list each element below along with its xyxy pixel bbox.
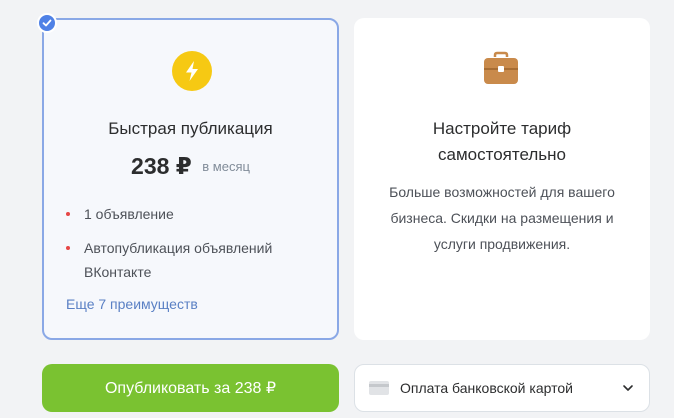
price-row: 238 ₽ в месяц xyxy=(44,153,337,180)
plan-price: 238 ₽ xyxy=(131,153,192,179)
more-benefits-link[interactable]: Еще 7 преимуществ xyxy=(66,296,198,312)
feature-item: Автопубликация объявлений ВКонтакте xyxy=(66,236,321,284)
selected-checkmark-icon xyxy=(37,13,57,33)
custom-plan-title-text: Настройте тариф самостоятельно xyxy=(432,119,572,164)
bullet-dot-icon xyxy=(66,246,70,250)
custom-plan-description: Больше возможностей для вашего бизнеса. … xyxy=(389,184,615,252)
plan-period: в месяц xyxy=(202,159,250,174)
bullet-dot-icon xyxy=(66,212,70,216)
publish-button[interactable]: Опубликовать за 238 ₽ xyxy=(42,364,339,412)
plan-card-fast-publication[interactable]: Быстрая публикация 238 ₽ в месяц 1 объяв… xyxy=(42,18,339,340)
feature-text: Автопубликация объявлений ВКонтакте xyxy=(84,240,273,280)
plan-title: Быстрая публикация xyxy=(108,119,273,138)
payment-method-select[interactable]: Оплата банковской картой xyxy=(354,364,650,412)
plan-card-custom[interactable]: Настройте тариф самостоятельно Больше во… xyxy=(354,18,650,340)
lightning-bolt-icon xyxy=(172,51,212,91)
custom-plan-title: Настройте тариф самостоятельно xyxy=(354,116,650,168)
feature-text: 1 объявление xyxy=(84,206,174,222)
bank-card-icon xyxy=(369,381,389,395)
briefcase-icon xyxy=(484,51,518,84)
chevron-down-icon xyxy=(623,385,633,391)
feature-item: 1 объявление xyxy=(66,202,321,226)
payment-method-label: Оплата банковской картой xyxy=(400,380,573,396)
feature-list: 1 объявление Автопубликация объявлений В… xyxy=(66,202,321,294)
